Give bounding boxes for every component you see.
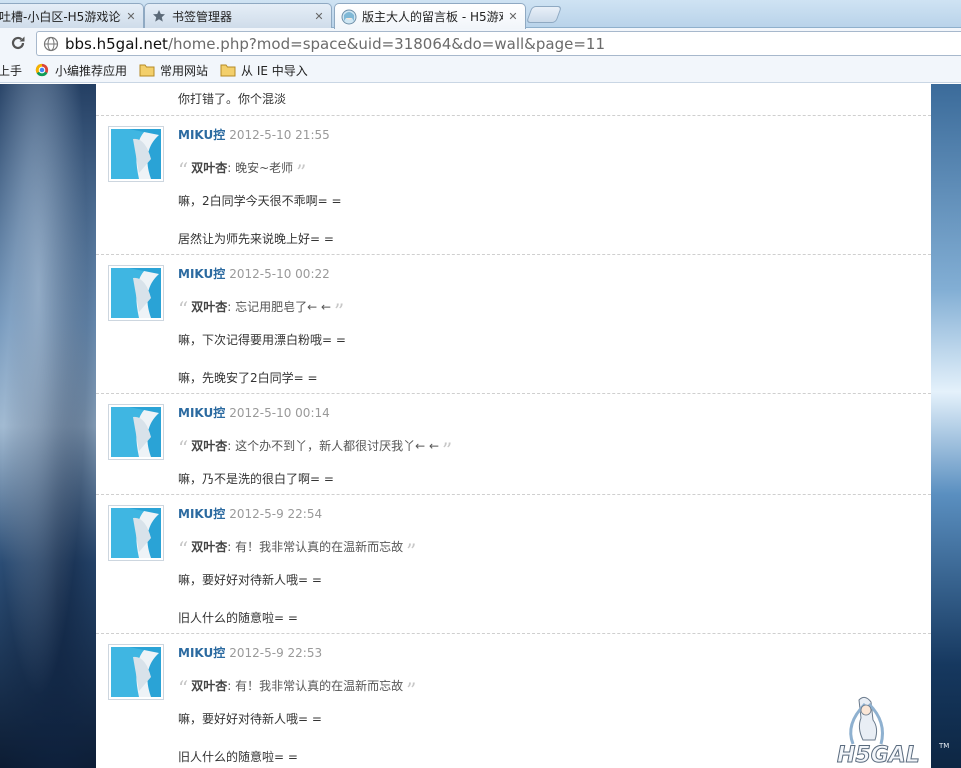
wall-entry: MIKU控 2012-5-9 22:54 “双叶杏: 有！我非常认真的在温新而忘故… — [96, 494, 931, 633]
background-artwork-left — [0, 84, 96, 768]
tab-3-close-icon[interactable]: ✕ — [507, 10, 519, 23]
wall-entry: MIKU控 2012-5-9 22:53 “双叶杏: 有！我非常认真的在温新而忘故… — [96, 633, 931, 768]
quote-close-icon: ” — [296, 159, 307, 184]
quote-close-icon: ” — [334, 298, 345, 323]
message-line: 嘛，乃不是洗的很白了啊= = — [178, 472, 334, 486]
logo-trademark: TM — [938, 742, 949, 750]
quote-author: 双叶杏 — [191, 540, 228, 554]
quote-open-icon: “ — [178, 157, 189, 182]
author-link[interactable]: MIKU控 — [178, 267, 225, 281]
folder-icon — [139, 64, 155, 77]
quoted-message: “双叶杏: 忘记用肥皂了← ←” — [178, 296, 345, 323]
quote-open-icon: “ — [178, 536, 189, 561]
logo-text: H5GAL — [837, 743, 920, 768]
quote-close-icon: ” — [406, 538, 417, 563]
quote-author: 双叶杏 — [191, 300, 228, 314]
previous-message-line: 你打错了。你个混淡 — [178, 92, 287, 106]
bookmark-4[interactable]: 从 IE 中导入 — [220, 62, 308, 79]
tab-1-close-icon[interactable]: ✕ — [125, 10, 137, 23]
globe-icon — [43, 36, 59, 51]
url-path: /home.php?mod=space&uid=318064&do=wall&p… — [167, 34, 605, 53]
bookmark-2-label: 小编推荐应用 — [55, 63, 128, 78]
quote-text: : 有！我非常认真的在温新而忘故 — [227, 679, 404, 693]
post-time: 2012-5-9 22:53 — [229, 646, 323, 660]
quoted-message: “双叶杏: 晚安~老师” — [178, 157, 307, 184]
avatar[interactable] — [108, 265, 164, 321]
bookmark-3[interactable]: 常用网站 — [139, 62, 208, 79]
quote-author: 双叶杏 — [191, 161, 228, 175]
tab-3[interactable]: 版主大人的留言板 - H5游戏论坛 ✕ — [334, 3, 526, 29]
quoted-message: “双叶杏: 有！我非常认真的在温新而忘故” — [178, 675, 417, 702]
quote-text: : 这个办不到丫，新人都很讨厌我丫← ← — [227, 439, 440, 453]
message-wall: 你打错了。你个混淡 MIKU控 2012-5-10 21:55 “双叶杏: 晚安~… — [96, 84, 931, 768]
message-line: 嘛，先晚安了2白同学= = — [178, 371, 318, 385]
tab-1[interactable]: 吐槽-小白区-H5游戏论坛 ✕ — [0, 3, 144, 28]
quote-author: 双叶杏 — [191, 679, 228, 693]
quote-open-icon: “ — [178, 675, 189, 700]
avatar[interactable] — [108, 126, 164, 182]
message-line: 嘛，要好好对待新人哦= = — [178, 573, 322, 587]
page-viewport[interactable]: 你打错了。你个混淡 MIKU控 2012-5-10 21:55 “双叶杏: 晚安~… — [0, 84, 961, 768]
quote-open-icon: “ — [178, 296, 189, 321]
quote-author: 双叶杏 — [191, 439, 228, 453]
post-time: 2012-5-10 00:14 — [229, 406, 330, 420]
tab-2-title: 书签管理器 — [172, 9, 233, 24]
quote-close-icon: ” — [442, 437, 453, 462]
wall-entry: MIKU控 2012-5-10 00:22 “双叶杏: 忘记用肥皂了← ←” 嘛，… — [96, 254, 931, 393]
wall-entry: MIKU控 2012-5-10 21:55 “双叶杏: 晚安~老师” 嘛，2白同学… — [96, 115, 931, 254]
post-time: 2012-5-9 22:54 — [229, 507, 323, 521]
bookmark-2[interactable]: 小编推荐应用 — [34, 62, 127, 79]
avatar[interactable] — [108, 644, 164, 700]
chrome-icon — [35, 63, 49, 77]
folder-icon — [220, 64, 236, 77]
bookmark-1-label: 上手 — [0, 63, 23, 78]
tab-2-close-icon[interactable]: ✕ — [313, 10, 325, 23]
tab-strip: 吐槽-小白区-H5游戏论坛 ✕ 书签管理器 ✕ 版主大人的留言板 - H5游戏论… — [0, 0, 961, 29]
quote-open-icon: “ — [178, 435, 189, 460]
bookmark-3-label: 常用网站 — [160, 63, 209, 78]
quote-close-icon: ” — [406, 677, 417, 702]
new-tab-button[interactable] — [525, 6, 563, 23]
author-link[interactable]: MIKU控 — [178, 406, 225, 420]
bookmark-4-label: 从 IE 中导入 — [241, 63, 308, 78]
post-time: 2012-5-10 00:22 — [229, 267, 330, 281]
wall-entry: MIKU控 2012-5-10 00:14 “双叶杏: 这个办不到丫，新人都很讨厌… — [96, 393, 931, 494]
star-icon — [151, 8, 167, 24]
tab-3-title: 版主大人的留言板 - H5游戏论坛 — [362, 10, 503, 24]
author-link[interactable]: MIKU控 — [178, 646, 225, 660]
avatar[interactable] — [108, 404, 164, 460]
reload-icon[interactable] — [8, 33, 28, 53]
post-time: 2012-5-10 21:55 — [229, 128, 330, 142]
message-line: 嘛，下次记得要用漂白粉哦= = — [178, 333, 346, 347]
bookmarks-bar: 上手 小编推荐应用 常用网站 从 IE 中导入 — [0, 58, 961, 83]
bookmark-1[interactable]: 上手 — [0, 62, 22, 79]
quote-text: : 有！我非常认真的在温新而忘故 — [227, 540, 404, 554]
url-domain: bbs.h5gal.net — [65, 34, 168, 53]
message-line: 居然让为师先来说晚上好= = — [178, 232, 334, 246]
quote-text: : 忘记用肥皂了← ← — [227, 300, 332, 314]
message-line: 嘛，2白同学今天很不乖啊= = — [178, 194, 342, 208]
author-link[interactable]: MIKU控 — [178, 128, 225, 142]
quoted-message: “双叶杏: 有！我非常认真的在温新而忘故” — [178, 536, 417, 563]
tab-2[interactable]: 书签管理器 ✕ — [144, 3, 332, 28]
avatar[interactable] — [108, 505, 164, 561]
quote-text: : 晚安~老师 — [227, 161, 294, 175]
address-bar[interactable]: bbs.h5gal.net/home.php?mod=space&uid=318… — [36, 31, 961, 56]
miku-favicon-icon — [341, 9, 357, 25]
author-link[interactable]: MIKU控 — [178, 507, 225, 521]
message-line: 旧人什么的随意啦= = — [178, 750, 298, 764]
tab-1-title: 吐槽-小白区-H5游戏论坛 — [0, 9, 121, 24]
quoted-message: “双叶杏: 这个办不到丫，新人都很讨厌我丫← ←” — [178, 435, 453, 462]
message-line: 旧人什么的随意啦= = — [178, 611, 298, 625]
background-artwork-right — [931, 84, 961, 768]
message-line: 嘛，要好好对待新人哦= = — [178, 712, 322, 726]
h5gal-logo: H5GAL TM — [835, 694, 955, 768]
